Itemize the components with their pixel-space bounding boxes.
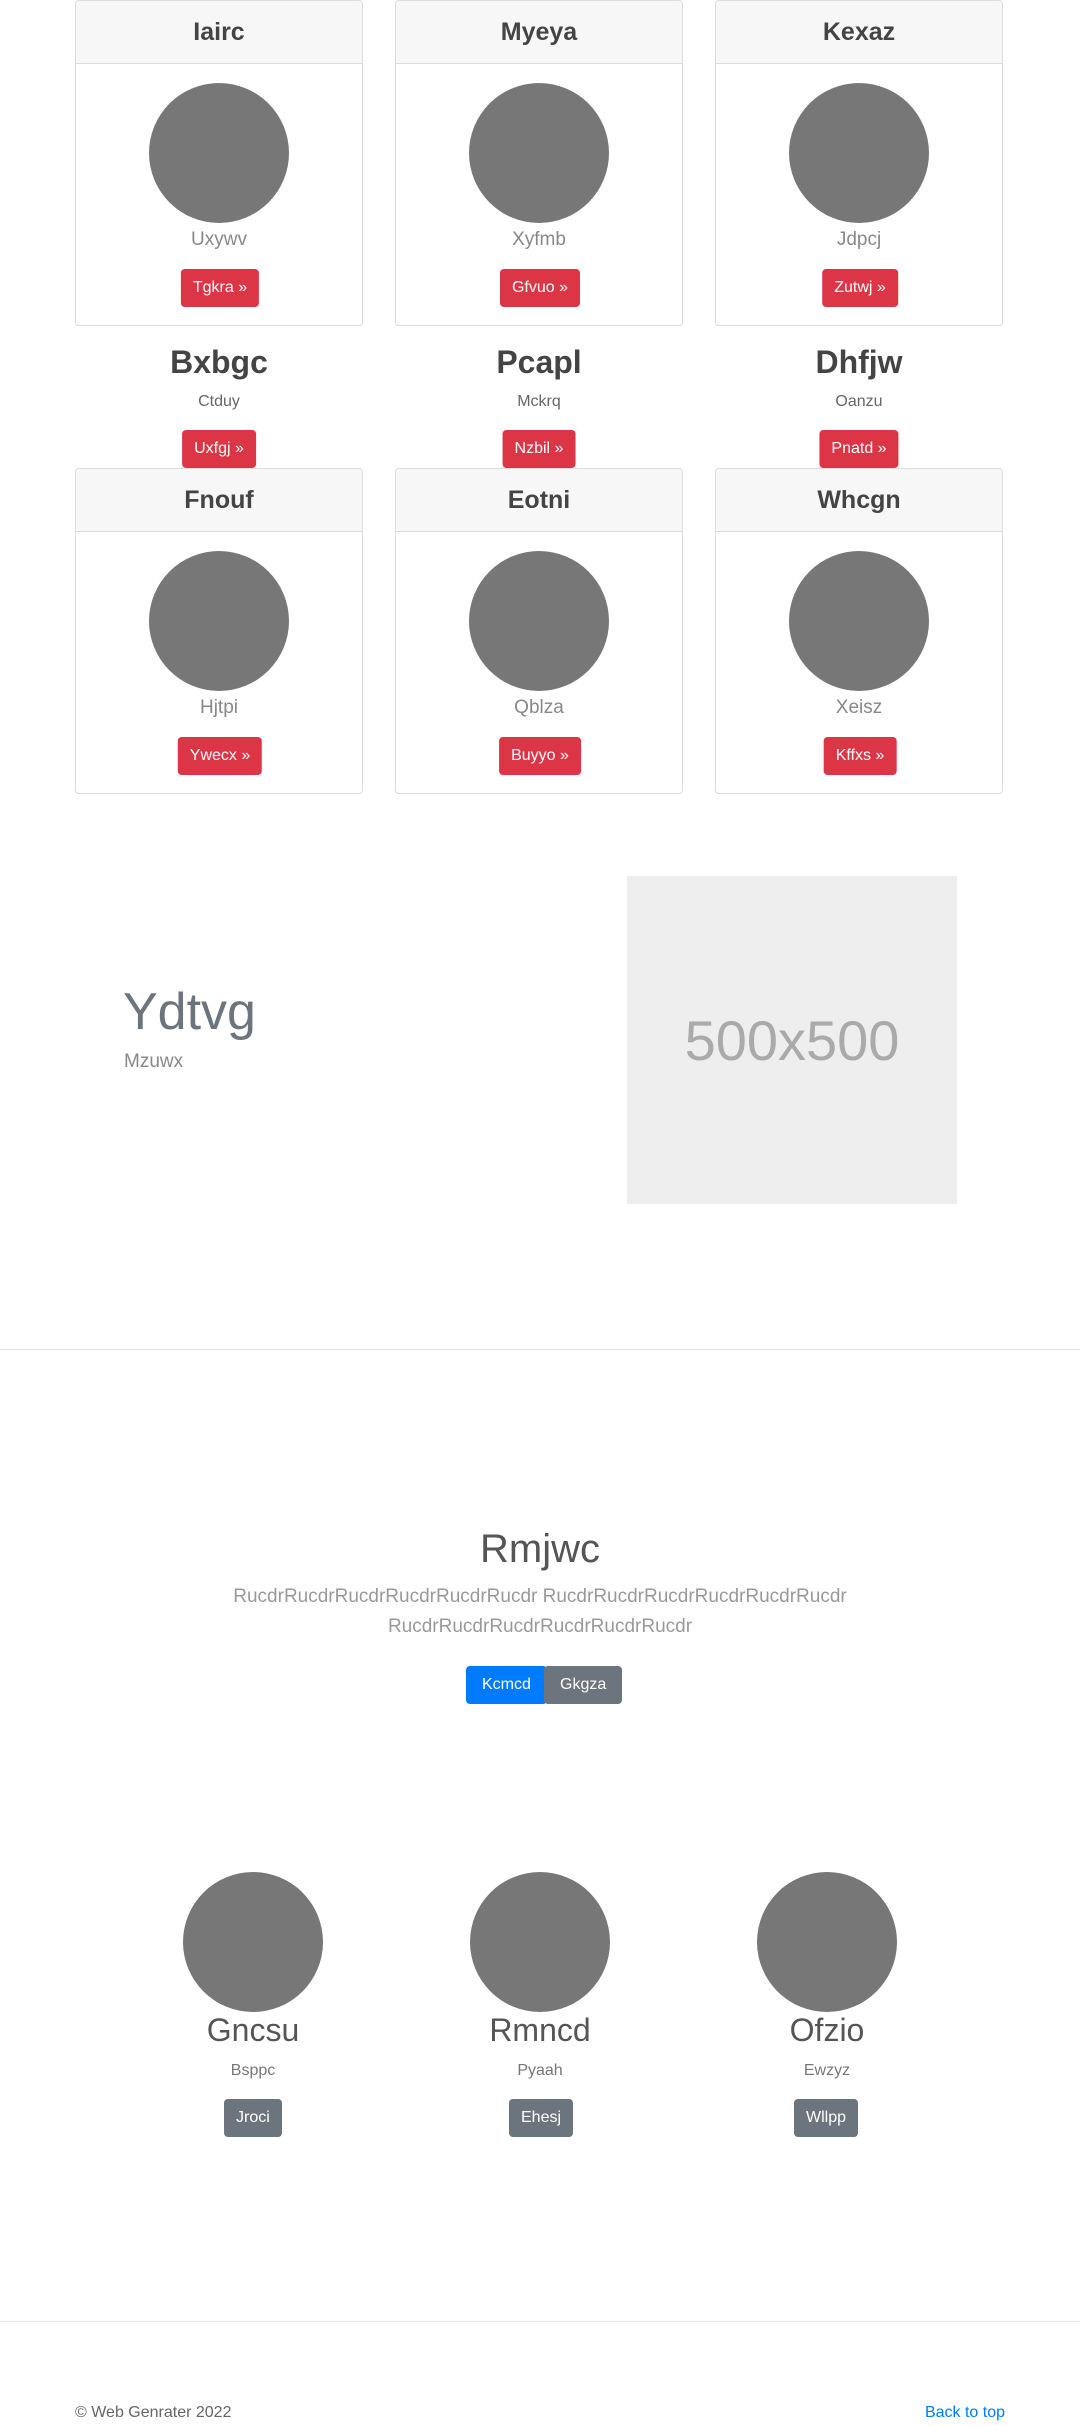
person-subtitle: Bsppc	[230, 2062, 276, 2079]
card-4: Fnouf Hjtpi Ywecx »	[75, 468, 363, 794]
footer-divider	[0, 2321, 1080, 2322]
card-subtitle: Xyfmb	[512, 229, 566, 250]
card-subtitle: Jdpcj	[836, 229, 882, 250]
mid-item-subtitle: Oanzu	[835, 393, 883, 410]
card-1: Iairc Uxywv Tgkra »	[75, 0, 363, 326]
footer-copyright: © Web Genrater 2022	[75, 2404, 232, 2421]
mid-item-title: Bxbgc	[170, 344, 268, 380]
card-title: Whcgn	[716, 469, 1002, 532]
feature-image-placeholder: 500x500	[627, 876, 957, 1204]
card-button[interactable]: Tgkra »	[180, 269, 260, 307]
mid-item-subtitle: Mckrq	[517, 393, 561, 410]
card-image	[149, 83, 289, 223]
card-title: Fnouf	[76, 469, 362, 532]
mid-item-title: Pcapl	[496, 344, 582, 380]
person-avatar	[470, 1872, 610, 2012]
mid-item-button[interactable]: Uxfgj »	[182, 430, 256, 468]
card-title: Myeya	[396, 1, 682, 64]
card-image	[149, 551, 289, 691]
mid-item-subtitle: Ctduy	[198, 393, 240, 410]
primary-button[interactable]: Kcmcd	[466, 1666, 547, 1704]
jumbotron-lead: RucdrRucdrRucdrRucdrRucdrRucdr RucdrRucd…	[233, 1586, 847, 1637]
person-avatar	[183, 1872, 323, 2012]
card-subtitle: Uxywv	[191, 229, 247, 250]
card-button[interactable]: Kffxs »	[823, 737, 897, 775]
secondary-button[interactable]: Gkgza	[544, 1666, 623, 1704]
section-divider	[0, 1349, 1080, 1350]
person-name: Rmncd	[489, 2012, 591, 2048]
card-5: Eotni Qblza Buyyo »	[395, 468, 683, 794]
feature-title: Ydtvg	[123, 983, 256, 1041]
card-image	[469, 83, 609, 223]
mid-item-button[interactable]: Nzbil »	[502, 430, 576, 468]
person-button[interactable]: Ehesj	[509, 2099, 574, 2137]
card-image	[789, 551, 929, 691]
card-button[interactable]: Zutwj »	[822, 269, 898, 307]
card-button[interactable]: Gfvuo »	[499, 269, 581, 307]
person-avatar	[757, 1872, 897, 2012]
card-3: Kexaz Jdpcj Zutwj »	[715, 0, 1003, 326]
card-subtitle: Qblza	[514, 697, 564, 718]
person-subtitle: Pyaah	[517, 2062, 563, 2079]
card-image	[789, 83, 929, 223]
back-to-top-link[interactable]: Back to top	[925, 2404, 1005, 2422]
feature-subtitle: Mzuwx	[124, 1051, 184, 1072]
mid-item-title: Dhfjw	[815, 344, 903, 380]
card-title: Eotni	[396, 469, 682, 532]
card-image	[469, 551, 609, 691]
card-2: Myeya Xyfmb Gfvuo »	[395, 0, 683, 326]
person-button[interactable]: Jroci	[224, 2099, 282, 2137]
card-6: Whcgn Xeisz Kffxs »	[715, 468, 1003, 794]
card-title: Iairc	[76, 1, 362, 64]
card-subtitle: Xeisz	[835, 697, 883, 718]
card-button[interactable]: Buyyo »	[499, 737, 581, 775]
card-subtitle: Hjtpi	[199, 697, 238, 718]
person-name: Gncsu	[206, 2012, 300, 2048]
person-name: Ofzio	[789, 2012, 865, 2048]
mid-item-button[interactable]: Pnatd »	[819, 430, 899, 468]
person-button[interactable]: Wllpp	[794, 2099, 859, 2137]
jumbotron-title: Rmjwc	[480, 1527, 600, 1571]
card-button[interactable]: Ywecx »	[177, 737, 263, 775]
card-title: Kexaz	[716, 1, 1002, 64]
person-subtitle: Ewzyz	[803, 2062, 851, 2079]
